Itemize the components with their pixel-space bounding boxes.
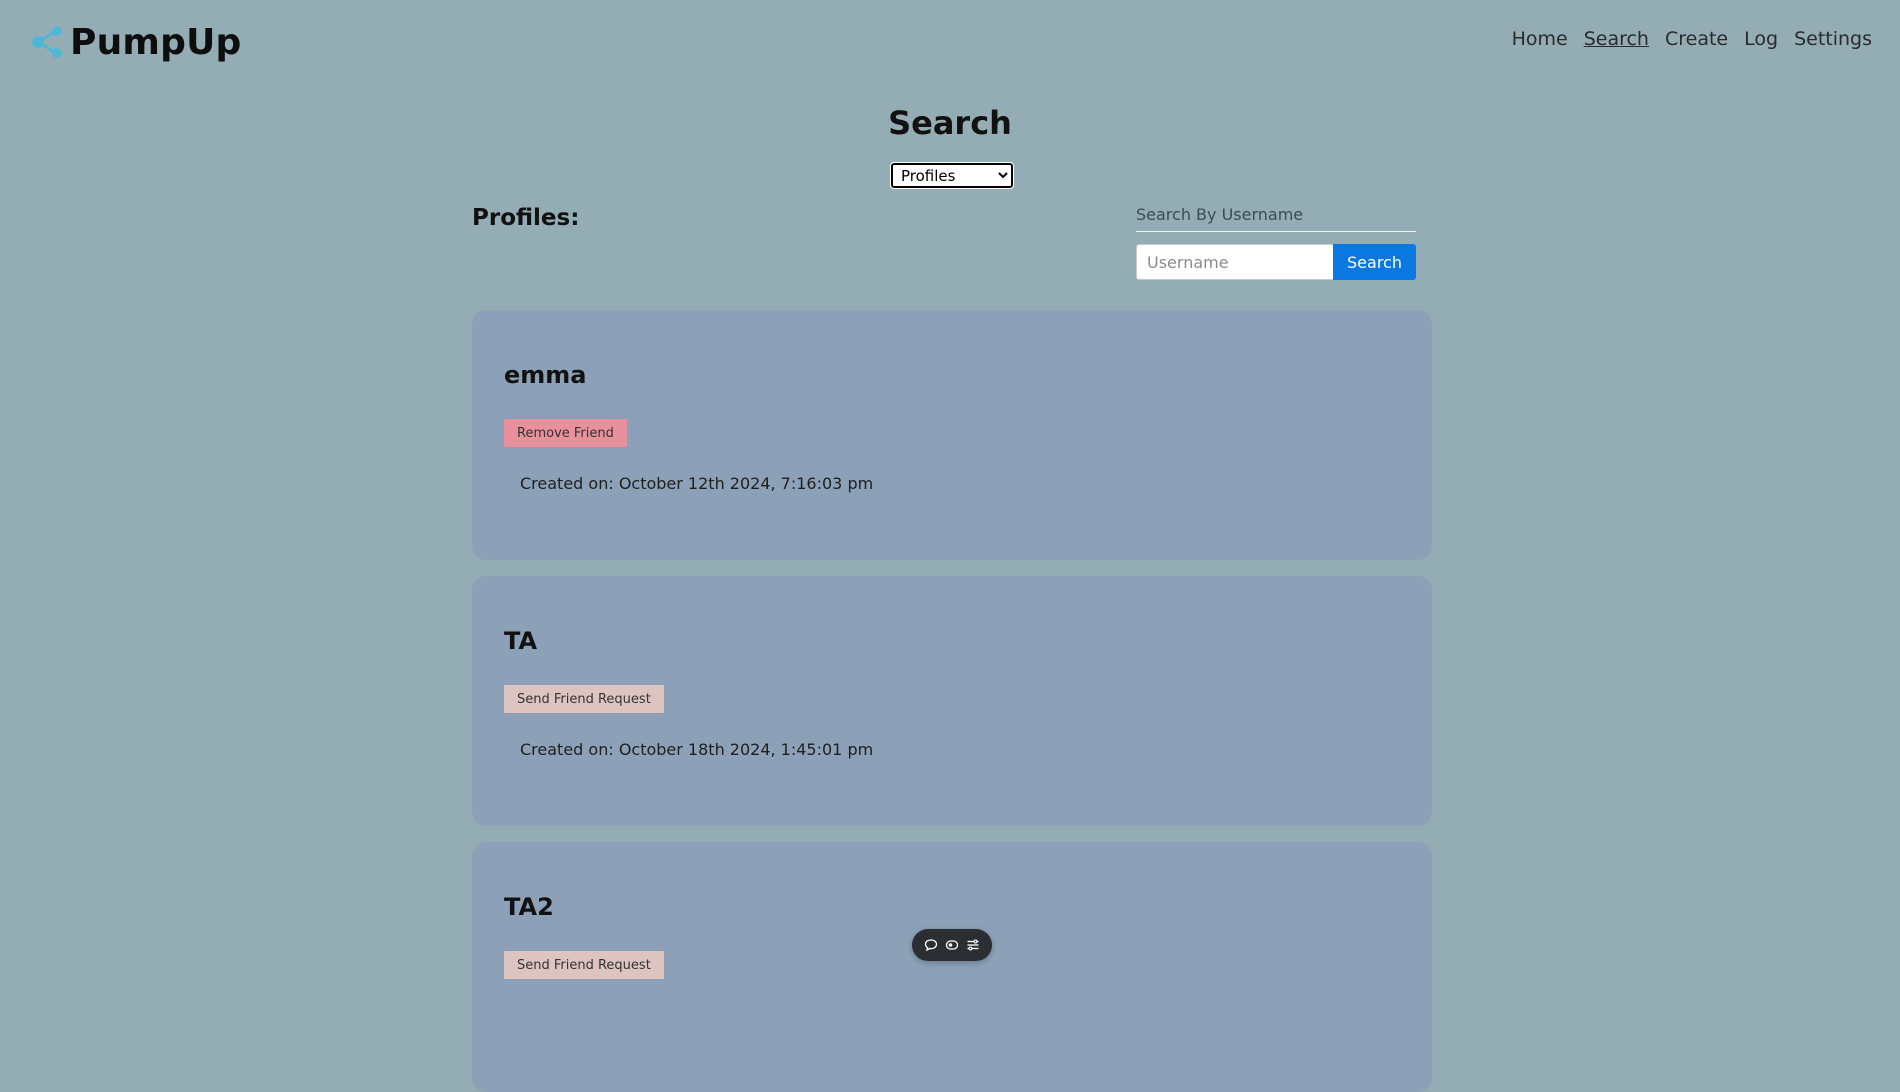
page-title: Search (888, 104, 1012, 142)
search-label: Search By Username (1136, 205, 1416, 232)
username-search-panel: Search By Username Search (1136, 205, 1416, 280)
nav-create[interactable]: Create (1665, 28, 1728, 50)
nav-home[interactable]: Home (1512, 28, 1568, 50)
profile-name: TA2 (504, 893, 554, 921)
profile-name: emma (504, 361, 587, 389)
profile-name: TA (504, 627, 538, 655)
main-nav: Home Search Create Log Settings (1512, 28, 1872, 50)
profile-card: emma Remove Friend Created on: October 1… (472, 310, 1432, 560)
search-row: Search (1136, 244, 1416, 280)
share-nodes-icon (32, 26, 62, 58)
top-header: PumpUp Home Search Create Log Settings (0, 0, 1900, 80)
profile-card: TA Send Friend Request Created on: Octob… (472, 576, 1432, 826)
search-type-select[interactable]: Profiles (890, 162, 1014, 189)
chat-bubble-icon[interactable] (923, 937, 939, 953)
nav-search[interactable]: Search (1584, 28, 1649, 50)
username-input[interactable] (1136, 244, 1333, 280)
send-friend-request-button[interactable]: Send Friend Request (504, 951, 664, 979)
profiles-heading: Profiles: (472, 205, 580, 231)
app-name: PumpUp (70, 21, 242, 63)
search-type-wrapper: Profiles (890, 162, 1014, 189)
eye-toggle-icon[interactable] (944, 937, 960, 953)
settings-sliders-icon[interactable] (965, 937, 981, 953)
nav-log[interactable]: Log (1744, 28, 1778, 50)
profile-card: TA2 Send Friend Request (472, 842, 1432, 1092)
search-button[interactable]: Search (1333, 244, 1416, 280)
profile-created-date: Created on: October 18th 2024, 1:45:01 p… (520, 740, 874, 759)
floating-toolbar (912, 929, 992, 961)
profile-created-date: Created on: October 12th 2024, 7:16:03 p… (520, 474, 874, 493)
nav-settings[interactable]: Settings (1794, 28, 1872, 50)
send-friend-request-button[interactable]: Send Friend Request (504, 685, 664, 713)
app-logo[interactable]: PumpUp (30, 18, 242, 66)
remove-friend-button[interactable]: Remove Friend (504, 419, 627, 447)
